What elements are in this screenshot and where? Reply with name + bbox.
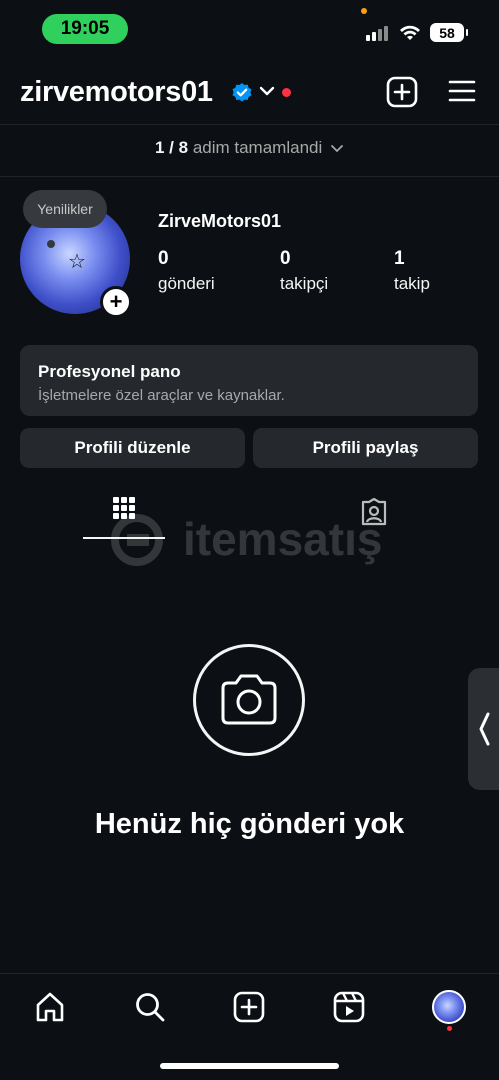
privacy-indicator-dot bbox=[361, 8, 367, 14]
watermark-logo-icon bbox=[111, 514, 163, 566]
search-icon bbox=[136, 993, 165, 1022]
profile-avatar-small bbox=[432, 990, 466, 1024]
nav-reels[interactable] bbox=[331, 989, 367, 1025]
stat-following[interactable]: 1 takip bbox=[394, 248, 430, 294]
account-username[interactable]: zirvemotors01 bbox=[20, 76, 213, 109]
add-story-icon[interactable]: + bbox=[100, 286, 132, 318]
star-icon: ☆ bbox=[68, 251, 86, 273]
nav-create[interactable] bbox=[231, 989, 267, 1025]
status-time[interactable]: 19:05 bbox=[42, 14, 128, 44]
notes-bubble[interactable]: Yenilikler bbox=[23, 190, 107, 228]
progress-label: adim tamamlandi bbox=[192, 138, 323, 157]
wifi-icon bbox=[400, 25, 420, 40]
empty-state-camera bbox=[193, 644, 305, 756]
progress-chevron-icon bbox=[331, 144, 343, 152]
signal-icon bbox=[366, 25, 392, 41]
side-drawer-handle[interactable] bbox=[468, 668, 499, 790]
stat-followers-value: 0 bbox=[280, 248, 291, 269]
verified-badge-icon bbox=[232, 83, 252, 102]
pro-card-subtitle: İşletmelere özel araçlar ve kaynaklar. bbox=[38, 387, 285, 404]
stat-followers-label: takipçi bbox=[280, 274, 329, 293]
camera-icon bbox=[221, 674, 277, 725]
pro-card-title: Profesyonel pano bbox=[38, 362, 181, 381]
progress-count: 1 / 8 bbox=[154, 138, 189, 157]
notes-bubble-tail bbox=[47, 240, 55, 248]
battery-icon: 58 bbox=[430, 23, 468, 42]
professional-dashboard-card[interactable]: Profesyonel pano İşletmelere özel araçla… bbox=[20, 345, 478, 416]
nav-search[interactable] bbox=[132, 989, 168, 1025]
stat-following-value: 1 bbox=[394, 248, 405, 269]
chevron-left-icon bbox=[479, 712, 489, 746]
share-profile-button[interactable]: Profili paylaş bbox=[253, 428, 478, 468]
header-divider bbox=[0, 124, 499, 125]
menu-icon[interactable] bbox=[448, 79, 476, 103]
setup-progress[interactable]: 1 / 8 adim tamamlandi bbox=[0, 138, 499, 158]
stat-posts-label: gönderi bbox=[158, 274, 215, 293]
new-post-icon[interactable] bbox=[386, 76, 418, 108]
stat-followers[interactable]: 0 takipçi bbox=[280, 248, 328, 294]
empty-state-message: Henüz hiç gönderi yok bbox=[94, 808, 405, 840]
notification-dot bbox=[282, 88, 291, 97]
stat-posts[interactable]: 0 gönderi bbox=[158, 248, 215, 294]
nav-home[interactable] bbox=[32, 989, 68, 1025]
profile-header: zirvemotors01 bbox=[0, 70, 499, 116]
watermark: itemsatış bbox=[105, 512, 405, 566]
progress-divider bbox=[0, 176, 499, 177]
stat-posts-value: 0 bbox=[158, 248, 169, 269]
nav-profile[interactable] bbox=[431, 989, 467, 1025]
chevron-down-icon[interactable] bbox=[259, 85, 275, 97]
status-bar: 19:05 58 bbox=[0, 0, 499, 60]
home-indicator[interactable] bbox=[160, 1063, 339, 1069]
stat-following-label: takip bbox=[394, 274, 430, 293]
home-icon bbox=[36, 992, 64, 1022]
watermark-text: itemsatış bbox=[183, 513, 383, 565]
reels-icon bbox=[333, 991, 365, 1023]
display-name: ZirveMotors01 bbox=[158, 211, 282, 231]
create-icon bbox=[233, 991, 265, 1023]
edit-profile-button[interactable]: Profili düzenle bbox=[20, 428, 245, 468]
profile-notification-dot bbox=[447, 1026, 452, 1031]
